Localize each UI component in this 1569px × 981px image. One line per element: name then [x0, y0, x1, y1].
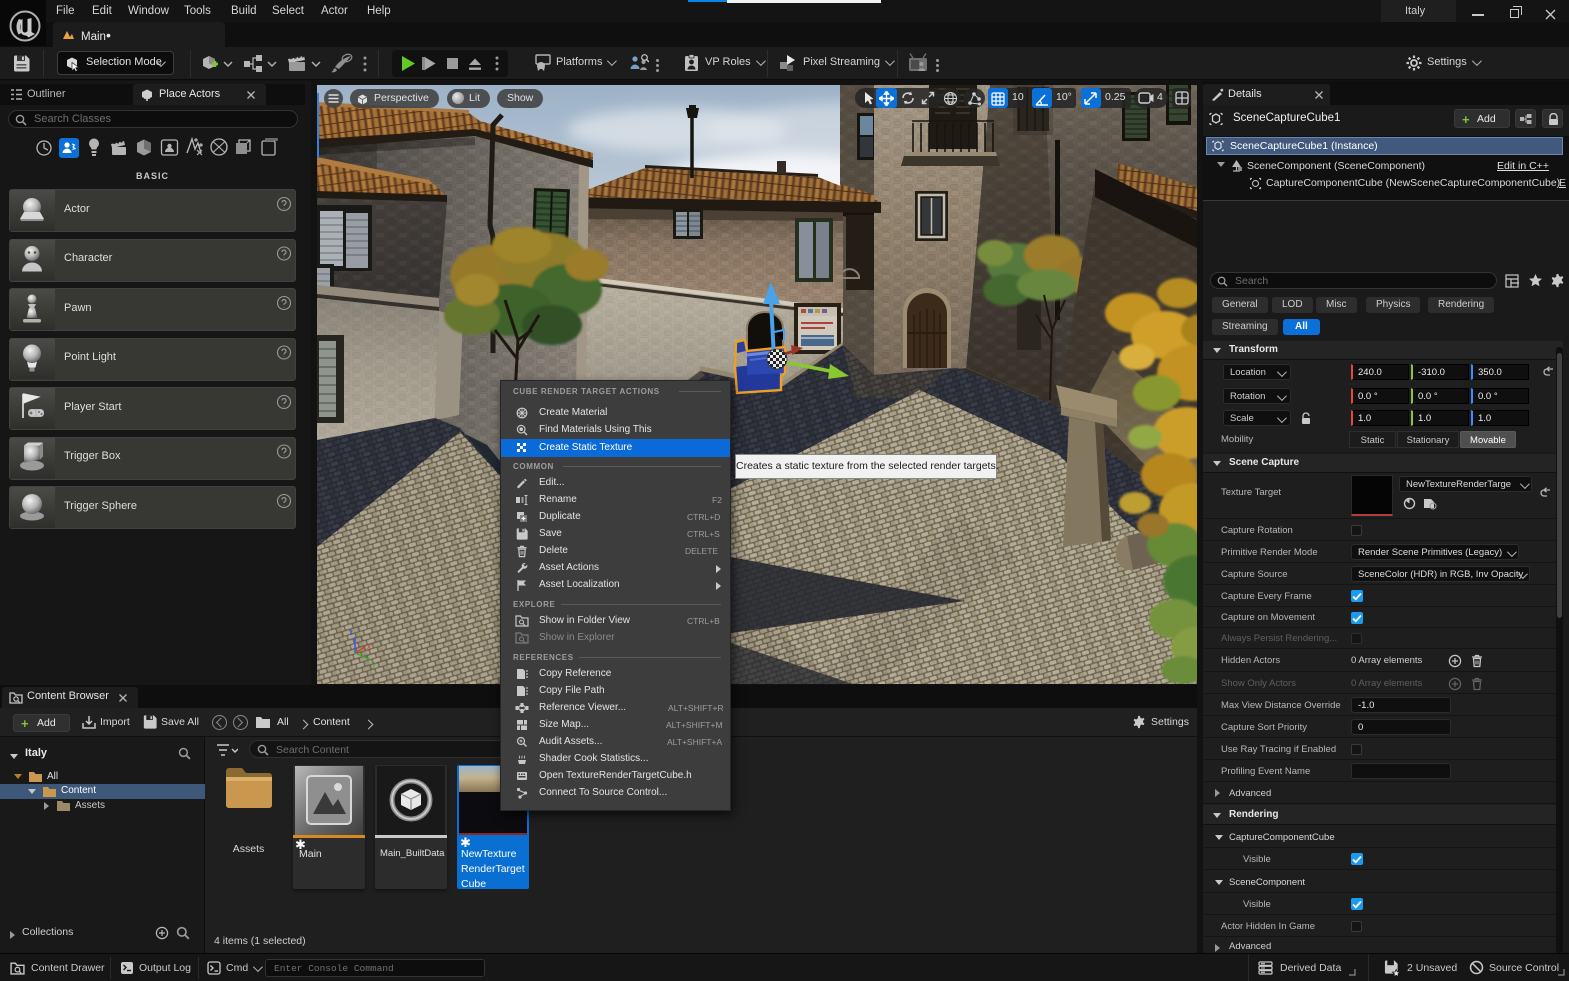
- svg-text:x: x: [367, 642, 371, 651]
- svg-text:z: z: [349, 628, 353, 637]
- svg-text:y: y: [372, 660, 376, 669]
